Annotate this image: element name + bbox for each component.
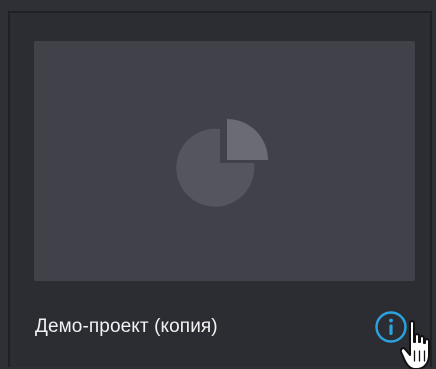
info-icon-bar — [389, 324, 393, 335]
cursor-finger-lines — [413, 350, 426, 362]
project-preview[interactable] — [34, 41, 415, 281]
info-icon[interactable] — [373, 309, 409, 345]
page: Демо-проект (копия) — [0, 0, 436, 369]
pie-chart-icon — [176, 119, 268, 207]
info-icon-dot — [389, 318, 393, 323]
project-title: Демо-проект (копия) — [35, 316, 218, 337]
project-card[interactable]: Демо-проект (копия) — [8, 11, 432, 369]
pie-slice — [227, 119, 268, 160]
